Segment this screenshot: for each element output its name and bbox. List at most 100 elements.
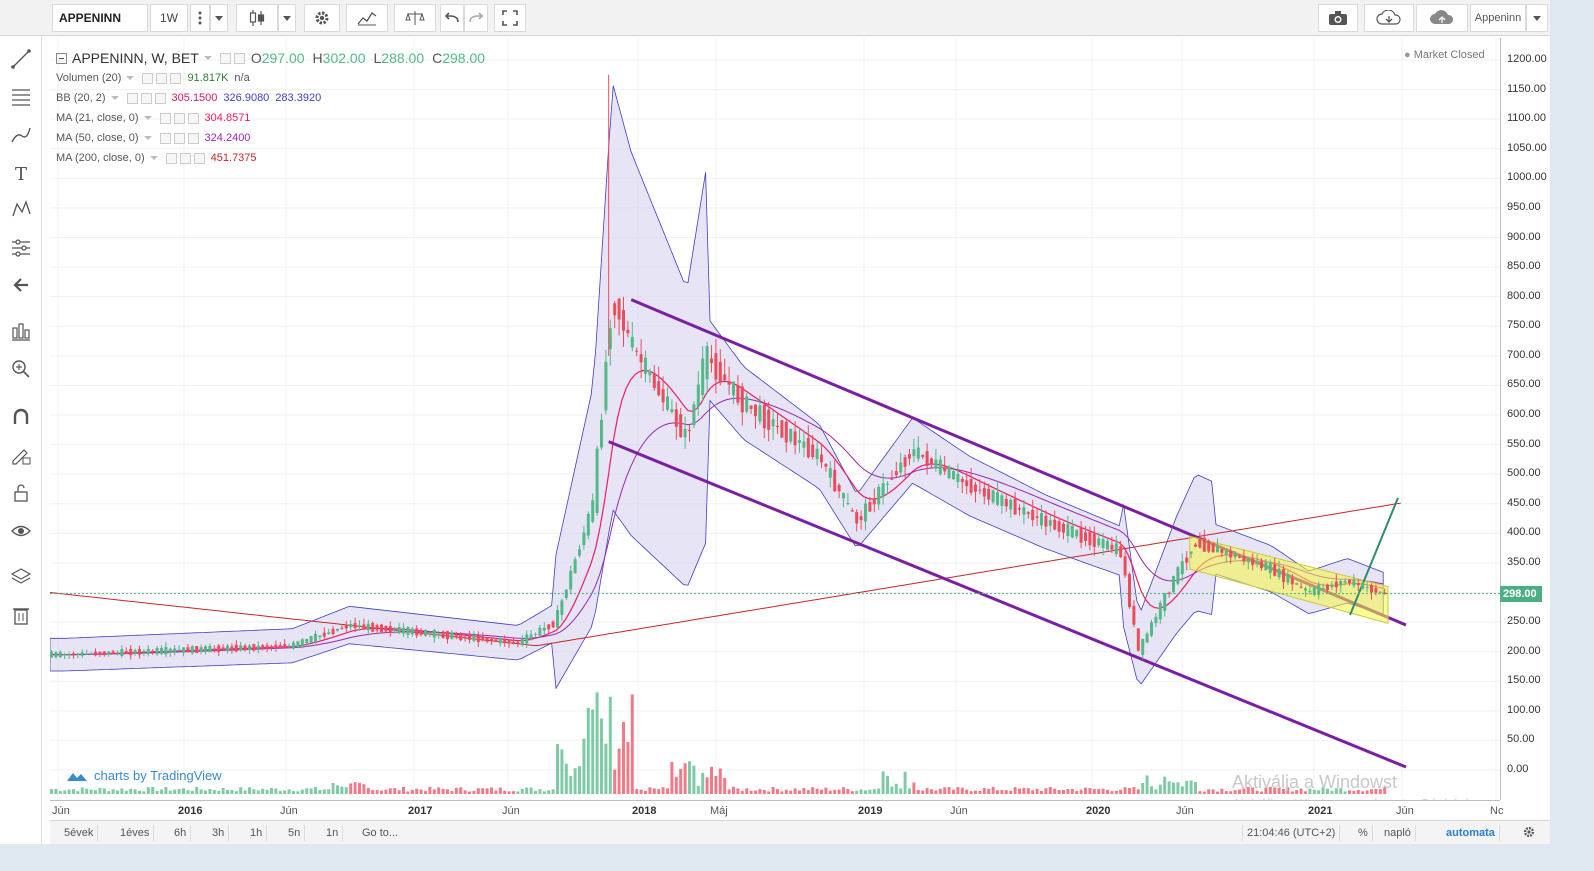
indicator-remove-icon[interactable] (187, 112, 199, 124)
range-button[interactable]: 5n (284, 825, 306, 841)
candle-body (683, 428, 687, 438)
symbol-search-input[interactable]: APPENINN (52, 4, 148, 32)
indicator-settings-icon[interactable] (140, 92, 152, 104)
time-axis[interactable]: Jún 2016 Jún 2017 Jún 2018 Máj 2019 Jún 2020 Jún 20… (50, 800, 1503, 820)
indicator-name[interactable]: MA (50, close, 0) (56, 132, 139, 144)
volume-bar (886, 775, 889, 794)
interval-dropdown-icon[interactable] (210, 4, 228, 32)
chart-settings-icon[interactable] (1518, 825, 1540, 841)
brush-icon[interactable] (6, 120, 36, 150)
cloud-load-icon[interactable] (1364, 4, 1414, 32)
volume-bar (318, 790, 322, 794)
tradingview-branding[interactable]: charts by TradingView (66, 768, 222, 783)
interval-button[interactable]: 1W (150, 4, 188, 32)
volume-bar (375, 789, 379, 794)
lock-pencil-icon[interactable] (6, 440, 36, 470)
volume-bar (969, 791, 973, 794)
indicator-name[interactable]: Volumen (20) (56, 72, 121, 84)
indicator-eye-icon[interactable] (165, 152, 177, 164)
range-button[interactable]: 5évek (60, 825, 99, 841)
price-axis[interactable]: 1200.00 1150.00 1100.00 1050.00 1000.00 950.0… (1500, 38, 1550, 800)
volume-bar (393, 788, 397, 794)
zoom-icon[interactable] (6, 354, 36, 384)
candle-body (916, 447, 920, 459)
snapshot-camera-icon[interactable] (1318, 4, 1358, 32)
undo-icon[interactable] (440, 4, 464, 32)
volume-bar (793, 788, 797, 794)
legend-eye-icon[interactable] (219, 52, 231, 64)
indicator-eye-icon[interactable] (159, 112, 171, 124)
indicator-dropdown-icon[interactable] (110, 95, 120, 101)
indicator-eye-icon[interactable] (126, 92, 138, 104)
collapse-legend-icon[interactable] (56, 52, 67, 64)
volume-bar (340, 786, 344, 794)
tradingview-link[interactable]: charts by TradingView (94, 768, 222, 783)
indicator-settings-icon[interactable] (173, 112, 185, 124)
layout-dropdown-icon[interactable] (1526, 4, 1548, 32)
range-button[interactable]: 1n (322, 825, 344, 841)
indicator-settings-icon[interactable] (156, 72, 168, 84)
legend-dropdown-icon[interactable] (203, 55, 213, 61)
fullscreen-icon[interactable] (494, 4, 526, 32)
text-icon[interactable]: T (6, 158, 36, 188)
indicators-icon[interactable] (346, 4, 388, 32)
pattern-icon[interactable] (6, 194, 36, 224)
candle-body (789, 428, 793, 442)
candle-body (287, 645, 291, 647)
more-intervals-icon[interactable] (190, 4, 210, 32)
range-button[interactable]: 1éves (116, 825, 155, 841)
back-arrow-icon[interactable] (6, 270, 36, 300)
candle-body (824, 464, 828, 467)
candle-body (714, 353, 718, 380)
layout-name-button[interactable]: Appeninn (1470, 4, 1526, 32)
indicator-eye-icon[interactable] (142, 72, 154, 84)
chart-type-dropdown-icon[interactable] (278, 4, 296, 32)
indicator-dropdown-icon[interactable] (143, 115, 153, 121)
percent-toggle[interactable]: % (1354, 825, 1373, 841)
indicator-name[interactable]: MA (21, close, 0) (56, 112, 139, 124)
trendline-icon[interactable] (6, 44, 36, 74)
chart-legend: APPENINN, W, BET O 297.00 H 302.00 L 288.00… (56, 48, 485, 168)
auto-scale-toggle[interactable]: automata (1442, 825, 1500, 841)
prediction-icon[interactable] (6, 232, 36, 262)
candle-body (520, 638, 524, 645)
magnet-icon[interactable] (6, 402, 36, 432)
trash-icon[interactable] (6, 600, 36, 630)
redo-icon[interactable] (464, 4, 488, 32)
compare-scale-icon[interactable] (394, 4, 436, 32)
volume-bar (173, 789, 177, 794)
indicator-dropdown-icon[interactable] (125, 75, 135, 81)
cloud-save-icon[interactable] (1416, 4, 1468, 32)
indicator-settings-icon[interactable] (173, 132, 185, 144)
layers-icon[interactable] (6, 562, 36, 592)
indicator-name[interactable]: BB (20, 2) (56, 92, 106, 104)
volume-bar (877, 788, 881, 794)
indicator-name[interactable]: MA (200, close, 0) (56, 152, 145, 164)
fib-retracement-icon[interactable] (6, 82, 36, 112)
volume-bar (1013, 787, 1017, 794)
indicator-remove-icon[interactable] (187, 132, 199, 144)
settings-gear-icon[interactable] (304, 4, 340, 32)
candle-body (450, 632, 454, 639)
legend-settings-icon[interactable] (233, 52, 245, 64)
indicator-remove-icon[interactable] (154, 92, 166, 104)
indicator-dropdown-icon[interactable] (149, 155, 159, 161)
log-scale-toggle[interactable]: napló (1380, 825, 1416, 841)
range-button[interactable]: 6h (170, 825, 192, 841)
price-tick-label: 750.00 (1507, 319, 1541, 332)
measure-icon[interactable] (6, 316, 36, 346)
indicator-eye-icon[interactable] (159, 132, 171, 144)
range-button[interactable]: 3h (208, 825, 230, 841)
candle-body (938, 459, 942, 475)
goto-date-button[interactable]: Go to... (358, 825, 402, 841)
candles-style-icon[interactable] (236, 4, 278, 32)
indicator-remove-icon[interactable] (170, 72, 182, 84)
unlock-icon[interactable] (6, 478, 36, 508)
candle-body (481, 637, 485, 641)
indicator-dropdown-icon[interactable] (143, 135, 153, 141)
indicator-settings-icon[interactable] (179, 152, 191, 164)
close-value: 298.00 (442, 50, 486, 66)
range-button[interactable]: 1h (246, 825, 268, 841)
indicator-remove-icon[interactable] (193, 152, 205, 164)
eye-icon[interactable] (6, 516, 36, 546)
